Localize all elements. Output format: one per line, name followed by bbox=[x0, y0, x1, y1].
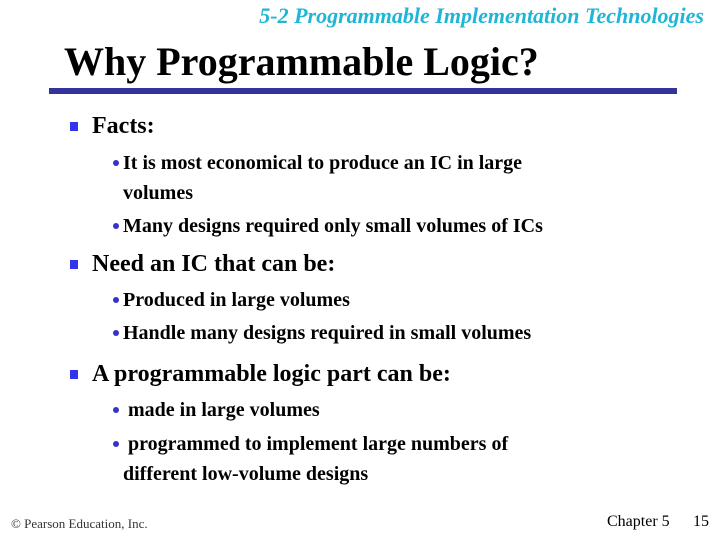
chapter-header: 5-2 Programmable Implementation Technolo… bbox=[259, 3, 704, 28]
section-heading: A programmable logic part can be: bbox=[92, 361, 451, 387]
round-bullet-icon bbox=[113, 330, 119, 336]
list-item-text: Produced in large volumes bbox=[123, 289, 350, 311]
list-item-text-line2: volumes bbox=[123, 182, 193, 204]
round-bullet-icon bbox=[113, 223, 119, 229]
round-bullet-icon bbox=[113, 407, 119, 413]
list-item-text: Handle many designs required in small vo… bbox=[123, 322, 532, 344]
section-heading: Facts: bbox=[92, 113, 155, 139]
section-heading: Need an IC that can be: bbox=[92, 251, 336, 277]
round-bullet-icon bbox=[113, 297, 119, 303]
round-bullet-icon bbox=[113, 160, 119, 166]
list-item-text-line1: programmed to implement large numbers of bbox=[123, 433, 509, 455]
list-item-text: made in large volumes bbox=[123, 399, 320, 421]
square-bullet-icon bbox=[70, 122, 78, 131]
square-bullet-icon bbox=[70, 260, 78, 269]
list-item-text: Many designs required only small volumes… bbox=[123, 215, 543, 237]
square-bullet-icon bbox=[70, 370, 78, 379]
list-item-text-line1: It is most economical to produce an IC i… bbox=[123, 152, 523, 174]
footer-chapter: Chapter 5 bbox=[607, 513, 670, 530]
slide-title: Why Programmable Logic? bbox=[64, 39, 539, 84]
list-item-text-line2: different low-volume designs bbox=[123, 463, 369, 485]
round-bullet-icon bbox=[113, 441, 119, 447]
footer-copyright: © Pearson Education, Inc. bbox=[11, 516, 148, 531]
footer-page-number: 15 bbox=[693, 513, 709, 530]
title-rule bbox=[49, 88, 677, 94]
